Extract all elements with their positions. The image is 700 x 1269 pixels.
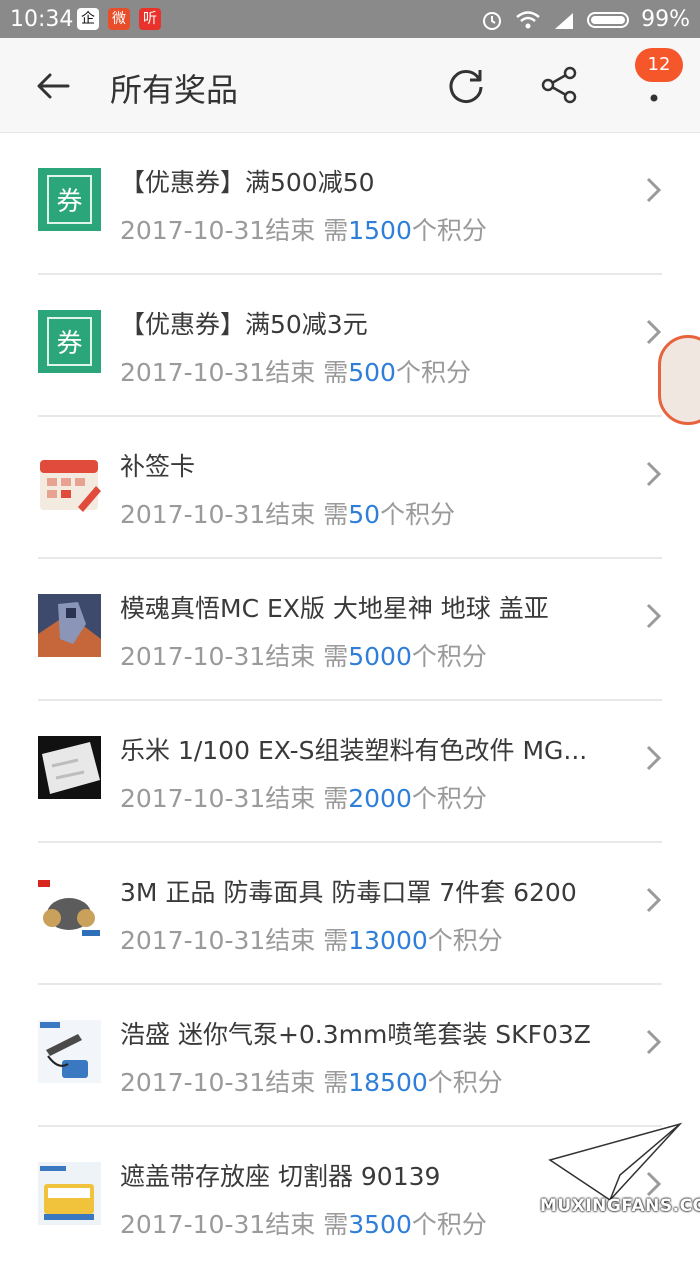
- item-meta: 2017-10-31结束 需3500个积分: [120, 1205, 487, 1241]
- item-meta: 2017-10-31结束 需1500个积分: [120, 211, 487, 247]
- airbrush-kit-image: [38, 1020, 101, 1083]
- item-points: 3500: [348, 1210, 412, 1239]
- list-item[interactable]: 浩盛 迷你气泵+0.3mm喷笔套装 SKF03Z 2017-10-31结束 需1…: [0, 985, 700, 1127]
- item-end-date: 2017-10-31结束 需: [120, 216, 349, 245]
- svg-text:券: 券: [56, 187, 82, 217]
- status-time: 10:34: [10, 7, 74, 32]
- list-item[interactable]: 券 【优惠券】满500减50 2017-10-31结束 需1500个积分: [0, 133, 700, 275]
- chevron-right-icon: [646, 1029, 662, 1055]
- item-points: 500: [348, 358, 396, 387]
- status-bar: 10:34 企 微 听 99%: [0, 0, 700, 38]
- item-meta: 2017-10-31结束 需500个积分: [120, 353, 471, 389]
- item-name: 模魂真悟MC EX版 大地星神 地球 盖亚: [120, 594, 549, 623]
- item-points-suffix: 个积分: [380, 500, 456, 529]
- coupon-icon: 券: [38, 310, 101, 373]
- item-points-suffix: 个积分: [411, 216, 487, 245]
- item-name: 【优惠券】满50减3元: [120, 310, 368, 339]
- item-meta: 2017-10-31结束 需5000个积分: [120, 637, 487, 673]
- refresh-icon[interactable]: [446, 65, 486, 105]
- chevron-right-icon: [646, 177, 662, 203]
- gas-mask-image: [38, 878, 101, 941]
- item-points-suffix: 个积分: [427, 926, 503, 955]
- list-item[interactable]: 3M 正品 防毒面具 防毒口罩 7件套 6200 2017-10-31结束 需1…: [0, 843, 700, 985]
- battery-icon: [587, 11, 630, 28]
- calendar-card-icon: [40, 460, 101, 512]
- list-item[interactable]: 补签卡 2017-10-31结束 需50个积分: [0, 417, 700, 559]
- item-end-date: 2017-10-31结束 需: [120, 1210, 349, 1239]
- chevron-right-icon: [646, 461, 662, 487]
- item-end-date: 2017-10-31结束 需: [120, 784, 349, 813]
- item-name: 【优惠券】满500减50: [120, 168, 375, 197]
- item-points: 5000: [348, 642, 412, 671]
- signal-icon: [555, 12, 574, 29]
- prize-list: 券 【优惠券】满500减50 2017-10-31结束 需1500个积分 券 【…: [0, 133, 700, 1269]
- listen-icon: 听: [139, 8, 161, 30]
- app-toolbar: 所有奖品 12: [0, 38, 700, 133]
- tape-cutter-image: [38, 1162, 101, 1225]
- item-end-date: 2017-10-31结束 需: [120, 1068, 349, 1097]
- item-points-suffix: 个积分: [427, 1068, 503, 1097]
- status-right: 99%: [481, 7, 690, 32]
- item-points: 50: [348, 500, 381, 529]
- item-points-suffix: 个积分: [411, 642, 487, 671]
- chevron-right-icon: [646, 603, 662, 629]
- item-points-suffix: 个积分: [411, 1210, 487, 1239]
- qq-icon: 企: [77, 8, 99, 30]
- watermark-text: MUXINGFANS.COM: [540, 1196, 700, 1216]
- robot-figure-image: [38, 594, 101, 657]
- item-meta: 2017-10-31结束 需2000个积分: [120, 779, 487, 815]
- svg-text:券: 券: [56, 329, 82, 359]
- page-title: 所有奖品: [110, 71, 239, 109]
- weibo-icon: 微: [108, 8, 130, 30]
- item-name: 补签卡: [120, 452, 196, 481]
- chevron-right-icon: [646, 319, 662, 345]
- item-name: 遮盖带存放座 切割器 90139: [120, 1162, 441, 1191]
- item-end-date: 2017-10-31结束 需: [120, 642, 349, 671]
- item-points: 1500: [348, 216, 412, 245]
- list-item[interactable]: 乐米 1/100 EX-S组装塑料有色改件 MG... 2017-10-31结束…: [0, 701, 700, 843]
- item-meta: 2017-10-31结束 需50个积分: [120, 495, 455, 531]
- item-name: 3M 正品 防毒面具 防毒口罩 7件套 6200: [120, 878, 577, 907]
- notification-badge[interactable]: 12: [635, 48, 683, 82]
- wifi-icon: [516, 10, 540, 28]
- alarm-icon: [483, 11, 502, 30]
- share-icon[interactable]: [540, 65, 580, 105]
- list-item[interactable]: 券 【优惠券】满50减3元 2017-10-31结束 需500个积分: [0, 275, 700, 417]
- item-name: 乐米 1/100 EX-S组装塑料有色改件 MG...: [120, 736, 588, 765]
- item-meta: 2017-10-31结束 需18500个积分: [120, 1063, 503, 1099]
- floating-assistant-button[interactable]: [658, 335, 700, 425]
- item-meta: 2017-10-31结束 需13000个积分: [120, 921, 503, 957]
- chevron-right-icon: [646, 745, 662, 771]
- item-end-date: 2017-10-31结束 需: [120, 358, 349, 387]
- item-name: 浩盛 迷你气泵+0.3mm喷笔套装 SKF03Z: [120, 1020, 591, 1049]
- coupon-icon: 券: [38, 168, 101, 231]
- chevron-right-icon: [646, 887, 662, 913]
- item-points-suffix: 个积分: [395, 358, 471, 387]
- item-points: 13000: [348, 926, 428, 955]
- back-arrow-icon[interactable]: [34, 66, 74, 106]
- plastic-parts-image: [38, 736, 101, 799]
- list-item[interactable]: 模魂真悟MC EX版 大地星神 地球 盖亚 2017-10-31结束 需5000…: [0, 559, 700, 701]
- item-end-date: 2017-10-31结束 需: [120, 500, 349, 529]
- item-end-date: 2017-10-31结束 需: [120, 926, 349, 955]
- item-points: 2000: [348, 784, 412, 813]
- battery-percent: 99%: [641, 7, 690, 32]
- item-points: 18500: [348, 1068, 428, 1097]
- item-points-suffix: 个积分: [411, 784, 487, 813]
